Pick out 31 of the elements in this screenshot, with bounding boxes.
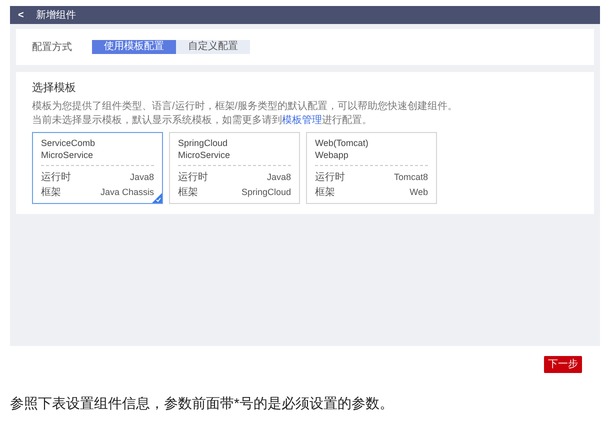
framework-value: Web bbox=[410, 186, 428, 198]
runtime-label: 运行时 bbox=[315, 170, 345, 184]
framework-label: 框架 bbox=[178, 186, 198, 200]
framework-label: 框架 bbox=[315, 186, 335, 200]
template-option[interactable]: Web(Tomcat) Webapp 运行时 Tomcat8 框架 Web bbox=[306, 132, 437, 204]
runtime-value: Java8 bbox=[130, 170, 154, 184]
runtime-label: 运行时 bbox=[41, 170, 71, 184]
template-name: SpringCloud MicroService bbox=[178, 136, 232, 160]
back-button[interactable]: < bbox=[18, 8, 24, 22]
next-button[interactable]: 下一步 bbox=[544, 356, 582, 373]
note-suffix: 进行配置。 bbox=[322, 114, 372, 126]
note-text: 当前未选择显示模板，默认显示系统模板，如需更多请到 bbox=[32, 114, 282, 126]
config-tab[interactable]: 使用模板配置 bbox=[92, 40, 176, 54]
framework-value: SpringCloud bbox=[241, 186, 291, 199]
template-manage-link[interactable]: 模板管理 bbox=[282, 114, 322, 126]
description-text: 模板为您提供了组件类型、语言/运行时，框架/服务类型的默认配置，可以帮助您快速创建组件。 bbox=[32, 100, 459, 112]
config-label: 配置方式 bbox=[32, 40, 72, 54]
caption-text: 参照下表设置组件信息，参数前面带*号的是必须设置的参数。 bbox=[10, 394, 394, 413]
framework-value: Java Chassis bbox=[100, 186, 154, 198]
runtime-value: Java8 bbox=[266, 170, 291, 184]
framework-label: 框架 bbox=[41, 186, 61, 200]
template-name: ServiceComb MicroService bbox=[41, 136, 96, 160]
section-title: 选择模板 bbox=[32, 81, 77, 96]
runtime-value: Tomcat8 bbox=[394, 170, 428, 184]
config-tab[interactable]: 自定义配置 bbox=[176, 40, 250, 54]
template-name: Web(Tomcat) Webapp bbox=[315, 136, 370, 160]
runtime-label: 运行时 bbox=[178, 170, 208, 184]
page-title: 新增组件 bbox=[36, 8, 76, 22]
template-option[interactable]: ServiceComb MicroService 运行时 Java8 框架 Java Chassis bbox=[32, 132, 163, 204]
selected-check-icon bbox=[152, 192, 162, 202]
template-option[interactable]: SpringCloud MicroService 运行时 Java8 框架 SpringCloud bbox=[169, 132, 300, 204]
